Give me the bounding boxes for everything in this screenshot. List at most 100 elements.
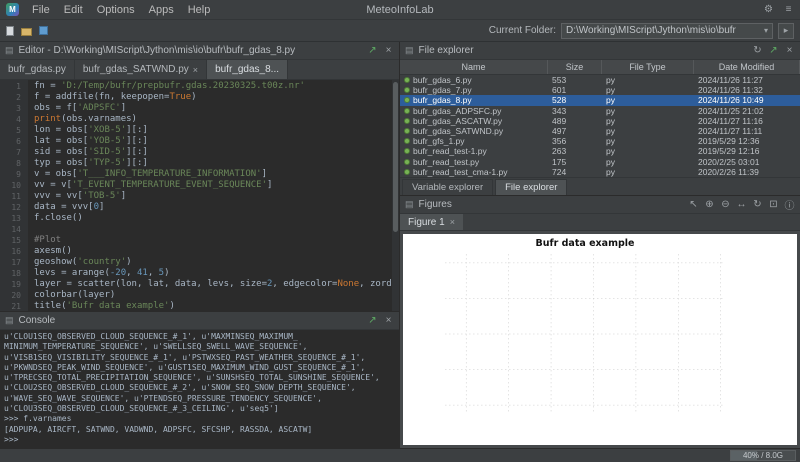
tab-file-explorer[interactable]: File explorer [495, 179, 567, 195]
code-lines: 1fn = 'D:/Temp/bufr/prepbufr.gdas.202303… [0, 81, 399, 311]
file-size: 724 [548, 167, 602, 177]
toolbar: Current Folder: D:\Working\MIScript\Jyth… [0, 20, 800, 42]
code-line: 12data = vvv[0] [0, 202, 399, 213]
file-row[interactable]: bufr_gdas_7.py601py2024/11/26 11:32 [400, 85, 800, 95]
file-row[interactable]: bufr_read_test-1.py263py2019/5/29 12:16 [400, 146, 800, 156]
column-header-file-type[interactable]: File Type [602, 60, 694, 74]
line-number: 7 [0, 147, 28, 158]
chevron-down-icon[interactable]: ▾ [764, 26, 768, 35]
file-row[interactable]: bufr_gfs_1.py356py2019/5/29 12:36 [400, 136, 800, 146]
file-explorer-header: ▤ File explorer ↻ ↗ × [400, 42, 800, 60]
file-name: bufr_read_test_cma-1.py [413, 167, 508, 177]
console-output[interactable]: u'CLOU1SEQ_OBSERVED_CLOUD_SEQUENCE_#_1',… [0, 330, 399, 448]
code-line: 4print(obs.varnames) [0, 114, 399, 125]
file-type: py [602, 136, 694, 146]
float-panel-icon[interactable]: ↗ [367, 315, 378, 326]
file-row[interactable]: bufr_gdas_8.py528py2024/11/26 10:49 [400, 95, 800, 105]
menu-help[interactable]: Help [181, 4, 218, 16]
line-number: 21 [0, 301, 28, 311]
python-file-icon [404, 118, 410, 124]
select-tool-icon[interactable]: ↖ [688, 199, 699, 210]
file-row[interactable]: bufr_read_test_cma-1.py724py2020/2/26 11… [400, 167, 800, 177]
current-folder-combobox[interactable]: D:\Working\MIScript\Jython\mis\io\bufr ▾ [561, 23, 773, 39]
meteoinfolab-window: M FileEditOptionsAppsHelp MeteoInfoLab ⚙… [0, 0, 800, 462]
figure-tab[interactable]: Figure 1 × [400, 214, 463, 230]
browse-folder-button[interactable]: ▸ [778, 23, 794, 39]
file-name: bufr_gdas_6.py [413, 75, 472, 85]
bufr-map-figure: Bufr data example [403, 234, 797, 445]
code-line: 7sid = obs['SID-5'][:] [0, 147, 399, 158]
file-modified: 2024/11/27 11:16 [694, 116, 800, 126]
file-name: bufr_gdas_ASCATW.py [413, 116, 502, 126]
editor-tab[interactable]: bufr_gdas.py [0, 60, 75, 79]
float-panel-icon[interactable]: ↗ [768, 45, 779, 56]
file-row[interactable]: bufr_gdas_ADPSFC.py343py2024/11/25 21:02 [400, 106, 800, 116]
code-editor[interactable]: 1fn = 'D:/Temp/bufr/prepbufr.gdas.202303… [0, 80, 399, 311]
memory-indicator[interactable]: 40% / 8.0G [730, 450, 796, 461]
titlebar: M FileEditOptionsAppsHelp MeteoInfoLab ⚙… [0, 0, 800, 20]
menu-apps[interactable]: Apps [142, 4, 181, 16]
close-tab-icon[interactable]: × [450, 217, 455, 227]
pan-icon[interactable]: ↔ [736, 199, 747, 210]
column-header-name[interactable]: Name [400, 60, 548, 74]
close-panel-icon[interactable]: × [784, 45, 795, 56]
menu-icon[interactable]: ≡ [783, 4, 794, 15]
close-tab-icon[interactable]: × [193, 65, 198, 75]
close-panel-icon[interactable]: × [383, 315, 394, 326]
zoom-in-icon[interactable]: ⊕ [704, 199, 715, 210]
file-row[interactable]: bufr_gdas_ASCATW.py489py2024/11/27 11:16 [400, 116, 800, 126]
line-number: 11 [0, 191, 28, 202]
open-file-icon[interactable] [21, 28, 32, 36]
file-name: bufr_gdas_7.py [413, 85, 472, 95]
info-icon[interactable]: ⓘ [784, 197, 795, 212]
python-file-icon [404, 169, 410, 175]
save-file-icon[interactable] [39, 26, 48, 35]
refresh-icon[interactable]: ↻ [752, 45, 763, 56]
python-file-icon [404, 159, 410, 165]
file-type: py [602, 116, 694, 126]
file-row[interactable]: bufr_read_test.py175py2020/2/25 03:01 [400, 157, 800, 167]
settings-icon[interactable]: ⚙ [763, 4, 774, 15]
column-header-date-modified[interactable]: Date Modified [694, 60, 800, 74]
rotate-icon[interactable]: ↻ [752, 199, 763, 210]
right-column: ▤ File explorer ↻ ↗ × NameSizeFile TypeD… [400, 42, 800, 448]
tab-variable-explorer[interactable]: Variable explorer [402, 179, 493, 195]
line-number: 4 [0, 114, 28, 125]
console-line: u'CLOU3SEQ_OBSERVED_CLOUD_SEQUENCE_#_3_C… [4, 404, 395, 414]
new-file-icon[interactable] [6, 26, 14, 36]
menu-options[interactable]: Options [90, 4, 142, 16]
code-line: 13f.close() [0, 213, 399, 224]
save-figure-icon[interactable]: ⊡ [768, 199, 779, 210]
file-type: py [602, 95, 694, 105]
python-file-icon [404, 138, 410, 144]
editor-scrollbar[interactable] [392, 80, 399, 311]
menu-file[interactable]: File [25, 4, 57, 16]
editor-panel: ▤ Editor - D:\Working\MIScript\Jython\mi… [0, 42, 399, 312]
console-line: u'TPRECSEQ_TOTAL_PRECIPITATION_SEQUENCE'… [4, 373, 395, 383]
float-panel-icon[interactable]: ↗ [367, 45, 378, 56]
file-size: 175 [548, 157, 602, 167]
explorer-bottom-tabs: Variable explorerFile explorer [400, 177, 800, 195]
figure-canvas[interactable]: Bufr data example [403, 234, 797, 445]
file-row[interactable]: bufr_gdas_SATWND.py497py2024/11/27 11:11 [400, 126, 800, 136]
console-line: u'CLOU1SEQ_OBSERVED_CLOUD_SEQUENCE_#_1',… [4, 332, 395, 342]
figures-panel-header: ▤ Figures ↖ ⊕ ⊖ ↔ ↻ ⊡ ⓘ [400, 196, 800, 214]
editor-tab[interactable]: bufr_gdas_SATWND.py× [75, 60, 207, 79]
file-table: bufr_gdas_6.py553py2024/11/26 11:27bufr_… [400, 75, 800, 177]
file-explorer-panel: ▤ File explorer ↻ ↗ × NameSizeFile TypeD… [400, 42, 800, 196]
file-row[interactable]: bufr_gdas_6.py553py2024/11/26 11:27 [400, 75, 800, 85]
close-panel-icon[interactable]: × [383, 45, 394, 56]
file-name: bufr_gdas_SATWND.py [413, 126, 503, 136]
console-panel-title: Console [19, 315, 56, 326]
line-number: 16 [0, 246, 28, 257]
left-column: ▤ Editor - D:\Working\MIScript\Jython\mi… [0, 42, 400, 448]
file-explorer-icon: ▤ [405, 45, 414, 56]
line-number: 9 [0, 169, 28, 180]
memory-text: 40% / 8.0G [743, 451, 783, 460]
zoom-out-icon[interactable]: ⊖ [720, 199, 731, 210]
menu-edit[interactable]: Edit [57, 4, 90, 16]
file-modified: 2020/2/25 03:01 [694, 157, 800, 167]
column-header-size[interactable]: Size [548, 60, 602, 74]
editor-tab[interactable]: bufr_gdas_8... [207, 60, 288, 79]
editor-panel-header: ▤ Editor - D:\Working\MIScript\Jython\mi… [0, 42, 399, 60]
